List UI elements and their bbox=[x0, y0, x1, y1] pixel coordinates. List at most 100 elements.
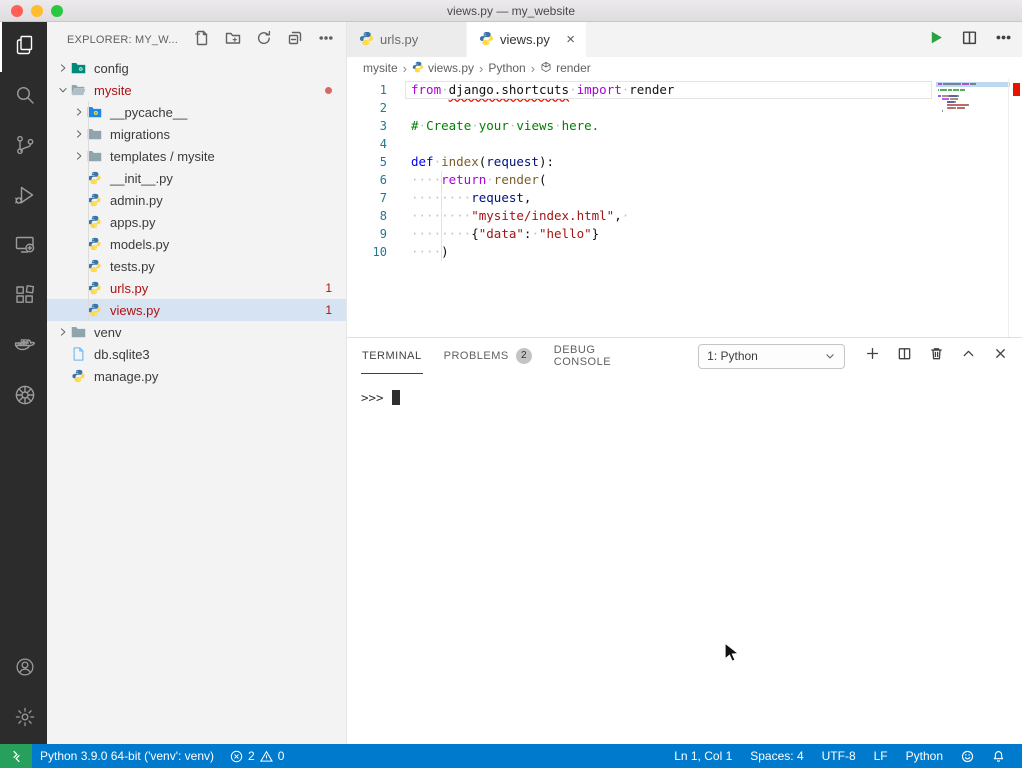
window-title: views.py — my_website bbox=[447, 4, 575, 18]
code-line-1[interactable]: 1from·django.shortcuts·import·render bbox=[347, 81, 1022, 99]
tree-item-config[interactable]: config bbox=[47, 57, 346, 79]
activity-settings[interactable] bbox=[0, 694, 47, 744]
tree-item-manage-py[interactable]: manage.py bbox=[47, 365, 346, 387]
refresh-explorer-icon[interactable] bbox=[256, 30, 272, 49]
activity-explorer[interactable] bbox=[0, 22, 47, 72]
overview-ruler[interactable] bbox=[1008, 79, 1022, 337]
kill-terminal-button[interactable] bbox=[929, 346, 944, 366]
tree-item-init-py[interactable]: __init__.py bbox=[47, 167, 346, 189]
activity-run-debug[interactable] bbox=[0, 172, 47, 222]
terminal[interactable]: >>> bbox=[347, 374, 1022, 744]
activity-extensions[interactable] bbox=[0, 272, 47, 322]
panel-tab-debug-console[interactable]: DEBUG CONSOLE bbox=[553, 338, 650, 374]
status-cursor-position[interactable]: Ln 1, Col 1 bbox=[665, 749, 741, 763]
code-line-7[interactable]: 7········request, bbox=[347, 189, 1022, 207]
extensions-icon bbox=[13, 283, 37, 312]
status-eol[interactable]: LF bbox=[865, 749, 897, 763]
code-line-4[interactable]: 4 bbox=[347, 135, 1022, 153]
collapse-folders-icon[interactable] bbox=[287, 30, 303, 49]
run-python-file-button[interactable] bbox=[927, 29, 944, 51]
panel-tab-terminal[interactable]: TERMINAL bbox=[361, 338, 423, 374]
breadcrumb-label: Python bbox=[488, 61, 525, 75]
maximize-panel-button[interactable] bbox=[961, 346, 976, 366]
minimap[interactable] bbox=[938, 83, 1006, 113]
tree-item-tests-py[interactable]: tests.py bbox=[47, 255, 346, 277]
code-line-6[interactable]: 6····return·render( bbox=[347, 171, 1022, 189]
tree-item-views-py[interactable]: views.py1 bbox=[47, 299, 346, 321]
split-terminal-button[interactable] bbox=[897, 346, 912, 366]
python-icon bbox=[87, 193, 105, 207]
more-actions-icon[interactable] bbox=[318, 30, 334, 49]
breadcrumb-item-views-py[interactable]: views.py bbox=[412, 61, 474, 76]
tree-item-models-py[interactable]: models.py bbox=[47, 233, 346, 255]
code-editor[interactable]: 1from·django.shortcuts·import·render23#·… bbox=[347, 79, 1022, 337]
python-icon bbox=[359, 31, 374, 49]
modified-dot bbox=[325, 87, 332, 94]
tree-item-admin-py[interactable]: admin.py bbox=[47, 189, 346, 211]
error-marker bbox=[1013, 83, 1020, 96]
activity-remote-explorer[interactable] bbox=[0, 222, 47, 272]
panel-tab-problems[interactable]: PROBLEMS2 bbox=[443, 338, 533, 374]
status-language-mode[interactable]: Python bbox=[897, 749, 952, 763]
tabs-container: urls.py views.py× bbox=[347, 22, 587, 57]
minimize-window-button[interactable] bbox=[31, 5, 43, 17]
tree-item-label: admin.py bbox=[110, 193, 163, 208]
code-line-3[interactable]: 3#·Create·your·views·here. bbox=[347, 117, 1022, 135]
code-line-9[interactable]: 9········{"data":·"hello"} bbox=[347, 225, 1022, 243]
code-line-2[interactable]: 2 bbox=[347, 99, 1022, 117]
status-indentation[interactable]: Spaces: 4 bbox=[741, 749, 812, 763]
tree-item-pycache[interactable]: __pycache__ bbox=[47, 101, 346, 123]
activity-docker[interactable] bbox=[0, 322, 47, 372]
breadcrumb-item-mysite[interactable]: mysite bbox=[363, 61, 398, 75]
new-terminal-button[interactable] bbox=[865, 346, 880, 366]
more-actions-icon[interactable] bbox=[995, 29, 1012, 51]
title-bar: views.py — my_website bbox=[0, 0, 1022, 22]
activity-search[interactable] bbox=[0, 72, 47, 122]
split-editor-button[interactable] bbox=[961, 29, 978, 51]
feedback-smiley-icon[interactable] bbox=[952, 750, 983, 763]
python-interpreter[interactable]: Python 3.9.0 64-bit ('venv': venv) bbox=[32, 744, 222, 768]
tab-urls-py[interactable]: urls.py bbox=[347, 22, 467, 57]
close-icon[interactable]: × bbox=[563, 31, 578, 48]
code-text: ········request, bbox=[411, 189, 531, 207]
problems-status[interactable]: 2 0 bbox=[222, 744, 292, 768]
panel-tab-label: DEBUG CONSOLE bbox=[554, 344, 649, 368]
code-line-5[interactable]: 5def·index(request): bbox=[347, 153, 1022, 171]
breadcrumb-item-python[interactable]: Python bbox=[488, 61, 525, 75]
python-icon bbox=[87, 303, 105, 317]
tree-item-mysite[interactable]: mysite bbox=[47, 79, 346, 101]
explorer-icon bbox=[13, 33, 37, 62]
new-folder-icon[interactable] bbox=[225, 30, 241, 49]
code-text: ····) bbox=[411, 243, 449, 261]
tree-item-templates-mysite[interactable]: templates / mysite bbox=[47, 145, 346, 167]
activity-accounts[interactable] bbox=[0, 644, 47, 694]
activity-bar-top bbox=[0, 22, 47, 422]
breadcrumb-item-render[interactable]: render bbox=[540, 61, 591, 76]
python-icon bbox=[87, 281, 105, 295]
activity-source-control[interactable] bbox=[0, 122, 47, 172]
zoom-window-button[interactable] bbox=[51, 5, 63, 17]
terminal-select[interactable]: 1: Python bbox=[698, 344, 845, 369]
tree-item-apps-py[interactable]: apps.py bbox=[47, 211, 346, 233]
tree-item-label: __pycache__ bbox=[110, 105, 187, 120]
close-panel-button[interactable] bbox=[993, 346, 1008, 366]
panel-tab-label: PROBLEMS bbox=[444, 350, 509, 362]
activity-kubernetes[interactable] bbox=[0, 372, 47, 422]
tree-item-label: models.py bbox=[110, 237, 169, 252]
remote-indicator[interactable] bbox=[0, 744, 32, 768]
code-line-8[interactable]: 8········"mysite/index.html",· bbox=[347, 207, 1022, 225]
python-icon bbox=[87, 237, 105, 251]
code-line-10[interactable]: 10····) bbox=[347, 243, 1022, 261]
tab-label: urls.py bbox=[380, 32, 418, 47]
tree-item-venv[interactable]: venv bbox=[47, 321, 346, 343]
new-file-icon[interactable] bbox=[194, 30, 210, 49]
notifications-bell-icon[interactable] bbox=[983, 750, 1014, 763]
close-window-button[interactable] bbox=[11, 5, 23, 17]
tree-item-migrations[interactable]: migrations bbox=[47, 123, 346, 145]
status-encoding[interactable]: UTF-8 bbox=[813, 749, 865, 763]
tab-views-py[interactable]: views.py× bbox=[467, 22, 587, 57]
tree-item-label: manage.py bbox=[94, 369, 158, 384]
tree-item-db-sqlite3[interactable]: db.sqlite3 bbox=[47, 343, 346, 365]
tree-item-label: templates / mysite bbox=[110, 149, 215, 164]
tree-item-urls-py[interactable]: urls.py1 bbox=[47, 277, 346, 299]
